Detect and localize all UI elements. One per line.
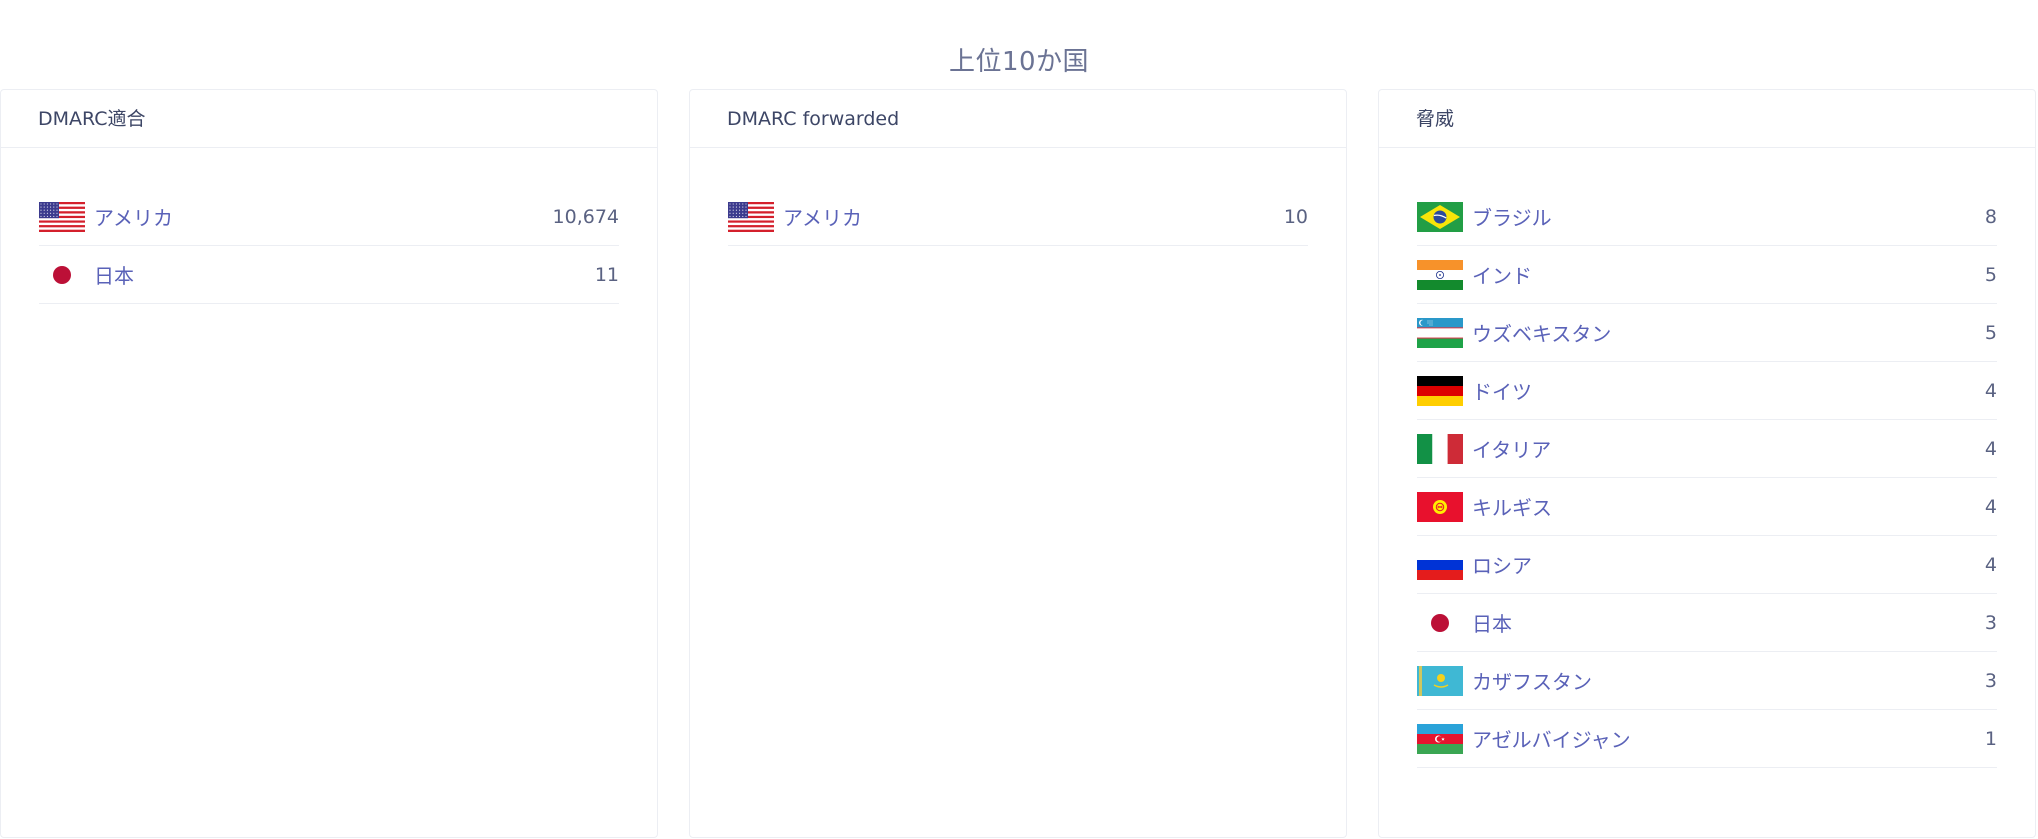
country-link[interactable]: ロシア [1472, 550, 1985, 579]
country-count: 10,674 [552, 205, 619, 228]
country-link[interactable]: ドイツ [1472, 376, 1985, 405]
panel-dmarc-compliant: DMARC適合 アメリカ 10,674 日本 11 [0, 89, 658, 838]
panel-header: 脅威 [1379, 90, 2035, 148]
list-item: キルギス 4 [1417, 478, 1997, 536]
br-flag-icon [1417, 201, 1463, 232]
country-link[interactable]: ウズベキスタン [1472, 318, 1985, 347]
it-flag-icon [1417, 433, 1463, 464]
in-flag-icon [1417, 259, 1463, 290]
list-item: 日本 3 [1417, 594, 1997, 652]
list-item: アゼルバイジャン 1 [1417, 710, 1997, 768]
list-item: ブラジル 8 [1417, 188, 1997, 246]
country-count: 4 [1984, 379, 1997, 402]
country-count: 5 [1984, 263, 1997, 286]
list-item: 日本 11 [39, 246, 619, 304]
panel-header: DMARC適合 [1, 90, 657, 148]
country-link[interactable]: 日本 [1472, 608, 1985, 637]
ru-flag-icon [1417, 549, 1463, 580]
country-link[interactable]: 日本 [94, 260, 595, 289]
country-count: 11 [594, 263, 619, 286]
list-item: カザフスタン 3 [1417, 652, 1997, 710]
list-item: イタリア 4 [1417, 420, 1997, 478]
country-link[interactable]: ブラジル [1472, 202, 1985, 231]
panel-dmarc-forwarded: DMARC forwarded アメリカ 10 [689, 89, 1347, 838]
list-item: アメリカ 10,674 [39, 188, 619, 246]
country-link[interactable]: キルギス [1472, 492, 1985, 521]
list-item: インド 5 [1417, 246, 1997, 304]
country-link[interactable]: アメリカ [783, 202, 1284, 231]
page-title: 上位10か国 [948, 47, 1090, 77]
country-count: 3 [1984, 611, 1997, 634]
country-list: アメリカ 10 [690, 148, 1346, 246]
country-count: 4 [1984, 495, 1997, 518]
de-flag-icon [1417, 375, 1463, 406]
country-count: 4 [1984, 553, 1997, 576]
us-flag-icon [39, 201, 85, 232]
panel-threat: 脅威 ブラジル 8 インド 5 ウズベキスタン 5 ドイツ 4 イタリア 4 キルギス 4 ロシア 4 日本… [1378, 89, 2036, 838]
country-list: ブラジル 8 インド 5 ウズベキスタン 5 ドイツ 4 イタリア 4 キルギス 4 ロシア 4 日本 3 カザ… [1379, 148, 2035, 768]
country-count: 3 [1984, 669, 1997, 692]
country-count: 4 [1984, 437, 1997, 460]
country-link[interactable]: アメリカ [94, 202, 553, 231]
country-link[interactable]: インド [1472, 260, 1985, 289]
us-flag-icon [728, 201, 774, 232]
jp-flag-icon [1417, 607, 1463, 638]
country-count: 8 [1984, 205, 1997, 228]
panel-header: DMARC forwarded [690, 90, 1346, 148]
az-flag-icon [1417, 723, 1463, 754]
uz-flag-icon [1417, 317, 1463, 348]
country-link[interactable]: イタリア [1472, 434, 1985, 463]
country-link[interactable]: アゼルバイジャン [1472, 724, 1985, 753]
list-item: アメリカ 10 [728, 188, 1308, 246]
panels-container: DMARC適合 アメリカ 10,674 日本 11 DMARC forwarded ア… [0, 89, 2038, 839]
list-item: ロシア 4 [1417, 536, 1997, 594]
country-count: 1 [1984, 727, 1997, 750]
list-item: ドイツ 4 [1417, 362, 1997, 420]
country-link[interactable]: カザフスタン [1472, 666, 1985, 695]
country-count: 10 [1283, 205, 1308, 228]
kz-flag-icon [1417, 665, 1463, 696]
country-count: 5 [1984, 321, 1997, 344]
jp-flag-icon [39, 259, 85, 290]
country-list: アメリカ 10,674 日本 11 [1, 148, 657, 304]
list-item: ウズベキスタン 5 [1417, 304, 1997, 362]
kg-flag-icon [1417, 491, 1463, 522]
